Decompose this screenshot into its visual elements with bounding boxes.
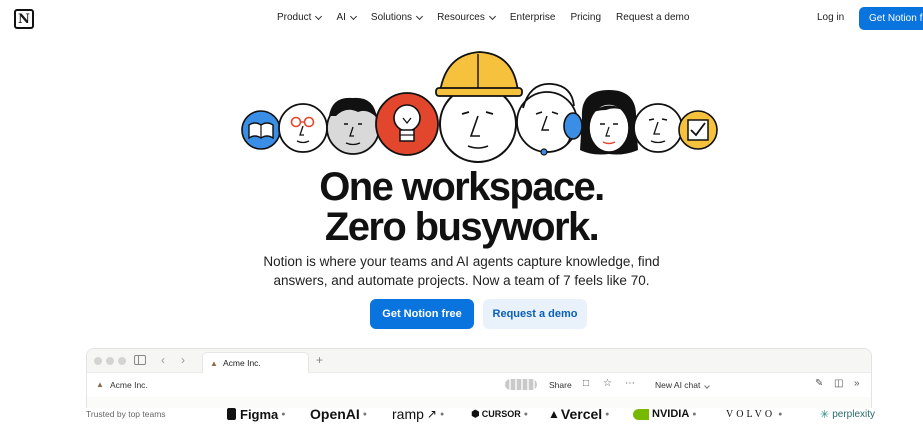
- notion-logo-icon[interactable]: N: [14, 9, 34, 29]
- nav-item-resources[interactable]: Resources: [437, 12, 496, 23]
- perplexity-icon: ✳: [820, 408, 830, 421]
- hero-headline: One workspace. Zero busywork.: [0, 167, 923, 247]
- perplexity-logo: ✳ perplexity: [820, 408, 876, 421]
- new-tab-icon[interactable]: +: [316, 353, 323, 367]
- forward-arrow-icon[interactable]: ›: [181, 354, 185, 366]
- more-icon[interactable]: ⋯: [625, 377, 635, 391]
- browser-tab-bar: ‹ › ▲ Acme Inc. +: [87, 349, 871, 373]
- ramp-logo: ramp ↗ ●: [392, 406, 445, 422]
- cursor-logo: ⬢ CURSOR ●: [471, 408, 528, 420]
- glasses-face-icon: [278, 103, 328, 153]
- vercel-logo: ▲ Vercel ●: [548, 406, 610, 422]
- window-dot-icon: [118, 357, 126, 365]
- nvidia-eye-icon: [633, 408, 649, 420]
- collaborator-avatars[interactable]: [505, 379, 537, 390]
- request-demo-button[interactable]: Request a demo: [483, 299, 587, 329]
- plain-face-icon: [633, 103, 683, 153]
- top-nav: N Product AI Solutions Resources Enterpr…: [0, 0, 923, 38]
- hero-illustration: [241, 51, 718, 163]
- get-notion-free-button[interactable]: Get Notion free: [370, 299, 474, 329]
- nav-item-product[interactable]: Product: [277, 12, 323, 23]
- subhead-line-2: answers, and automate projects. Now a te…: [273, 273, 650, 288]
- chevron-down-icon: [349, 12, 357, 20]
- volvo-logo: VOLVO ●: [726, 408, 783, 420]
- figma-icon: [227, 408, 236, 420]
- lightbulb-icon: [375, 92, 439, 156]
- back-arrow-icon[interactable]: ‹: [161, 354, 165, 366]
- headline-line-1: One workspace.: [319, 165, 605, 209]
- sidebar-toggle-icon[interactable]: [134, 355, 146, 365]
- hero-subheading: Notion is where your teams and AI agents…: [0, 252, 923, 290]
- chevron-down-icon: [488, 12, 496, 20]
- app-window-preview: ‹ › ▲ Acme Inc. + ▲ Acme Inc. Share □ ☆ …: [86, 348, 872, 408]
- trusted-label: Trusted by top teams: [86, 409, 166, 419]
- nav-item-request-demo[interactable]: Request a demo: [616, 12, 689, 23]
- new-ai-chat-button[interactable]: New AI chat: [655, 380, 711, 390]
- panel-icon[interactable]: ◫: [834, 377, 843, 391]
- open-book-icon: [241, 110, 281, 150]
- headset-face-icon: [516, 83, 583, 156]
- new-ai-chat-label: New AI chat: [655, 380, 701, 390]
- star-icon[interactable]: ☆: [603, 377, 612, 391]
- nav-item-ai[interactable]: AI: [336, 12, 357, 23]
- browser-tab[interactable]: ▲ Acme Inc.: [202, 352, 309, 373]
- headline-line-2: Zero busywork.: [324, 205, 600, 249]
- nav-menu: Product AI Solutions Resources Enterpris…: [277, 12, 704, 23]
- nav-item-pricing[interactable]: Pricing: [570, 12, 601, 23]
- share-button[interactable]: Share: [549, 380, 572, 390]
- chevron-down-icon: [315, 12, 323, 20]
- hardhat-face-icon: [435, 51, 523, 163]
- breadcrumb-label: Acme Inc.: [110, 380, 148, 390]
- login-link[interactable]: Log in: [817, 12, 844, 23]
- cursor-icon: ⬢: [471, 408, 480, 420]
- workspace-icon: ▲: [96, 380, 104, 389]
- page-toolbar: ▲ Acme Inc. Share □ ☆ ⋯ New AI chat ✎ ◫ …: [87, 373, 871, 397]
- window-dot-icon: [106, 357, 114, 365]
- vercel-triangle-icon: ▲: [548, 407, 560, 421]
- ramp-icon: ↗: [426, 407, 437, 421]
- customer-logos: Figma ● OpenAI ● ramp ↗ ● ⬢ CURSOR ● ▲ Vercel…: [227, 403, 887, 425]
- comment-icon[interactable]: □: [583, 377, 589, 391]
- edit-icon[interactable]: ✎: [815, 377, 823, 391]
- openai-logo: OpenAI ●: [310, 406, 368, 422]
- nvidia-logo: NVIDIA ●: [633, 403, 697, 425]
- breadcrumb[interactable]: ▲ Acme Inc.: [96, 380, 148, 390]
- window-dot-icon: [94, 357, 102, 365]
- expand-icon[interactable]: »: [854, 377, 860, 391]
- nav-item-solutions[interactable]: Solutions: [371, 12, 424, 23]
- curly-hair-face-icon: [326, 97, 380, 155]
- figma-logo: Figma ●: [227, 403, 286, 425]
- nav-item-enterprise[interactable]: Enterprise: [510, 12, 556, 23]
- long-hair-face-icon: [580, 90, 638, 155]
- checklist-icon: [678, 110, 718, 150]
- chevron-down-icon: [704, 383, 711, 389]
- subhead-line-1: Notion is where your teams and AI agents…: [263, 254, 660, 269]
- workspace-icon: ▲: [210, 359, 218, 368]
- get-notion-free-nav-button[interactable]: Get Notion free: [859, 7, 923, 30]
- tab-label: Acme Inc.: [223, 358, 261, 368]
- chevron-down-icon: [416, 12, 424, 20]
